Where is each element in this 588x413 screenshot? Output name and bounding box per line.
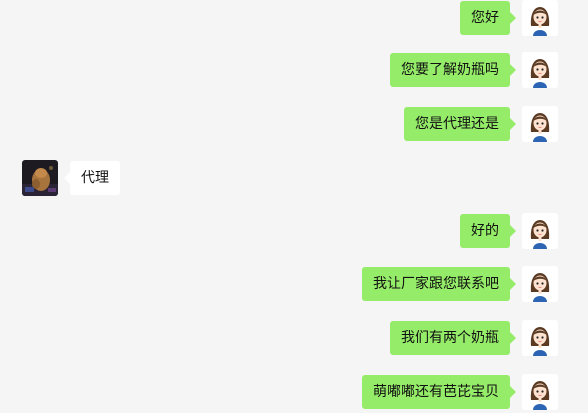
message-row-outgoing: 您好 xyxy=(460,0,558,36)
self-avatar[interactable] xyxy=(522,266,558,302)
message-bubble-outgoing[interactable]: 我让厂家跟您联系吧 xyxy=(362,267,516,301)
self-avatar[interactable] xyxy=(522,213,558,249)
chat-window: 您好 您要了解奶瓶吗 您是代理还是 代理 好的 我让厂家跟您联系吧 我们有两个奶… xyxy=(0,0,588,413)
self-avatar[interactable] xyxy=(522,374,558,410)
cartoon-girl-avatar-icon xyxy=(522,266,558,302)
message-row-incoming: 代理 xyxy=(22,160,120,196)
message-bubble-outgoing[interactable]: 好的 xyxy=(460,214,516,248)
message-row-outgoing: 萌嘟嘟还有芭芘宝贝 xyxy=(362,374,558,410)
message-bubble-incoming[interactable]: 代理 xyxy=(64,161,120,195)
message-bubble-outgoing[interactable]: 萌嘟嘟还有芭芘宝贝 xyxy=(362,375,516,409)
message-row-outgoing: 您要了解奶瓶吗 xyxy=(390,52,558,88)
self-avatar[interactable] xyxy=(522,0,558,36)
message-row-outgoing: 我们有两个奶瓶 xyxy=(390,320,558,356)
photo-avatar-icon xyxy=(22,160,58,196)
message-row-outgoing: 您是代理还是 xyxy=(404,106,558,142)
message-bubble-outgoing[interactable]: 您是代理还是 xyxy=(404,107,516,141)
message-row-outgoing: 好的 xyxy=(460,213,558,249)
cartoon-girl-avatar-icon xyxy=(522,52,558,88)
self-avatar[interactable] xyxy=(522,320,558,356)
cartoon-girl-avatar-icon xyxy=(522,213,558,249)
cartoon-girl-avatar-icon xyxy=(522,320,558,356)
cartoon-girl-avatar-icon xyxy=(522,106,558,142)
message-bubble-outgoing[interactable]: 您好 xyxy=(460,1,516,35)
self-avatar[interactable] xyxy=(522,106,558,142)
cartoon-girl-avatar-icon xyxy=(522,374,558,410)
message-row-outgoing: 我让厂家跟您联系吧 xyxy=(362,266,558,302)
message-bubble-outgoing[interactable]: 您要了解奶瓶吗 xyxy=(390,53,516,87)
message-bubble-outgoing[interactable]: 我们有两个奶瓶 xyxy=(390,321,516,355)
cartoon-girl-avatar-icon xyxy=(522,0,558,36)
self-avatar[interactable] xyxy=(522,52,558,88)
contact-avatar[interactable] xyxy=(22,160,58,196)
